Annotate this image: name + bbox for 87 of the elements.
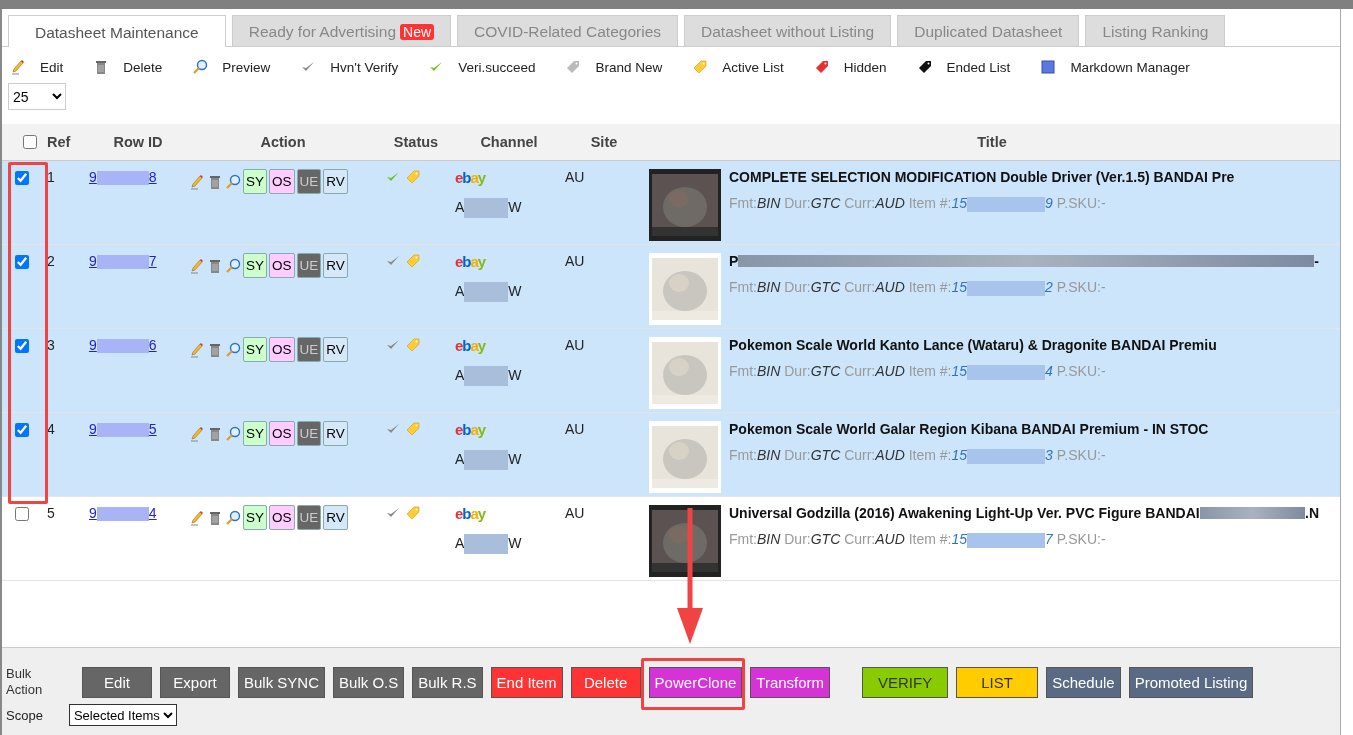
bulk-button[interactable]: Bulk R.S: [412, 666, 483, 698]
action-button[interactable]: SY: [243, 169, 267, 194]
legend-label: Markdown Manager: [1070, 59, 1190, 75]
column-header: Title: [977, 134, 1007, 150]
action-button[interactable]: OS: [269, 253, 295, 278]
action-button[interactable]: OS: [269, 505, 295, 530]
action-button[interactable]: SY: [243, 337, 267, 362]
account-name: A W: [455, 282, 563, 302]
site-code: AU: [565, 253, 585, 269]
item-details: Fmt:BIN Dur:GTC Curr:AUD Item #:15 2 P.SKU:-: [729, 279, 1107, 296]
account-name: A W: [455, 534, 563, 554]
ref-number: 4: [47, 421, 55, 437]
action-button[interactable]: RV: [323, 421, 348, 446]
action-button[interactable]: RV: [323, 253, 348, 278]
channel-logo: ebay: [455, 421, 486, 438]
column-header: Channel: [480, 134, 538, 150]
ref-number: 3: [47, 337, 55, 353]
action-button[interactable]: UE: [296, 253, 322, 278]
action-button[interactable]: SY: [243, 253, 267, 278]
legend-label: Active List: [722, 59, 784, 75]
channel-logo: ebay: [455, 253, 486, 270]
channel-logo: ebay: [455, 169, 486, 186]
scope-select[interactable]: Selected Items: [68, 704, 177, 726]
bulk-button[interactable]: LIST: [956, 666, 1039, 698]
legend-label: Brand New: [595, 59, 663, 75]
item-details: Fmt:BIN Dur:GTC Curr:AUD Item #:15 9 P.SKU:-: [729, 195, 1107, 212]
site-code: AU: [565, 505, 585, 521]
item-title: Pokemon Scale World Kanto Lance (Wataru) & Dragonite BANDAI Premiu: [729, 337, 1218, 353]
bulk-button[interactable]: Delete: [570, 666, 641, 698]
bulk-button[interactable]: Schedule: [1046, 666, 1121, 698]
legend-label: Veri.succeed: [458, 59, 536, 75]
column-header: Site: [590, 134, 618, 150]
column-header: Row ID: [113, 134, 163, 150]
tab[interactable]: Ready for Advertising New: [231, 15, 452, 46]
legend-label: Ended List: [946, 59, 1011, 75]
new-badge: New: [400, 23, 435, 40]
site-code: AU: [565, 169, 585, 185]
ref-number: 5: [47, 505, 55, 521]
action-button[interactable]: UE: [296, 169, 322, 194]
action-button[interactable]: UE: [296, 421, 322, 446]
item-details: Fmt:BIN Dur:GTC Curr:AUD Item #:15 3 P.SKU:-: [729, 447, 1107, 464]
bulk-button[interactable]: Transform: [750, 666, 831, 698]
site-code: AU: [565, 337, 585, 353]
account-name: A W: [455, 450, 563, 470]
legend-label: Delete: [123, 59, 163, 75]
channel-logo: ebay: [455, 505, 486, 522]
item-title: Pokemon Scale World Galar Region Kibana BANDAI Premium - IN STOC: [729, 421, 1210, 437]
action-button[interactable]: OS: [269, 337, 295, 362]
item-details: Fmt:BIN Dur:GTC Curr:AUD Item #:15 7 P.SKU:-: [729, 531, 1107, 548]
bulk-button[interactable]: Edit: [82, 666, 152, 698]
account-name: A W: [455, 366, 563, 386]
action-button[interactable]: SY: [243, 421, 267, 446]
channel-logo: ebay: [455, 337, 486, 354]
legend-label: Preview: [222, 59, 271, 75]
action-button[interactable]: RV: [323, 337, 348, 362]
action-button[interactable]: SY: [243, 505, 267, 530]
item-title: COMPLETE SELECTION MODIFICATION Double Driver (Ver.1.5) BANDAI Pre: [729, 169, 1236, 185]
action-button[interactable]: UE: [296, 505, 322, 530]
column-header: Ref: [47, 134, 71, 150]
column-header: Status: [393, 134, 439, 150]
bulk-action-label: Bulk Action: [6, 666, 44, 698]
action-button[interactable]: UE: [296, 337, 322, 362]
bulk-button[interactable]: Bulk SYNC: [238, 666, 326, 698]
legend-label: Hidden: [843, 59, 887, 75]
action-button[interactable]: OS: [269, 421, 295, 446]
bulk-button[interactable]: End Item: [490, 666, 563, 698]
site-code: AU: [565, 421, 585, 437]
bulk-button[interactable]: PowerClone: [648, 666, 743, 698]
ref-number: 1: [47, 169, 55, 185]
tab[interactable]: Datasheet Maintenance: [8, 15, 226, 47]
bulk-button[interactable]: Export: [160, 666, 230, 698]
scope-label: Scope: [6, 707, 43, 723]
account-name: A W: [455, 198, 563, 218]
action-button[interactable]: RV: [323, 505, 348, 530]
item-title: Universal Godzilla (2016) Awakening Light-Up Ver. PVC Figure BANDAI .N: [729, 505, 1319, 521]
action-button[interactable]: OS: [269, 169, 295, 194]
legend-label: Edit: [40, 59, 64, 75]
bulk-button[interactable]: VERIFY: [862, 666, 949, 698]
bulk-button[interactable]: Bulk O.S: [333, 666, 405, 698]
action-button[interactable]: RV: [323, 169, 348, 194]
item-title: P -: [729, 253, 1319, 269]
column-header: Action: [260, 134, 306, 150]
ref-number: 2: [47, 253, 55, 269]
bulk-button[interactable]: Promoted Listing: [1128, 666, 1254, 698]
item-details: Fmt:BIN Dur:GTC Curr:AUD Item #:15 4 P.SKU:-: [729, 363, 1107, 380]
legend-label: Hvn't Verify: [330, 59, 399, 75]
page-size-select[interactable]: 25: [8, 83, 66, 110]
